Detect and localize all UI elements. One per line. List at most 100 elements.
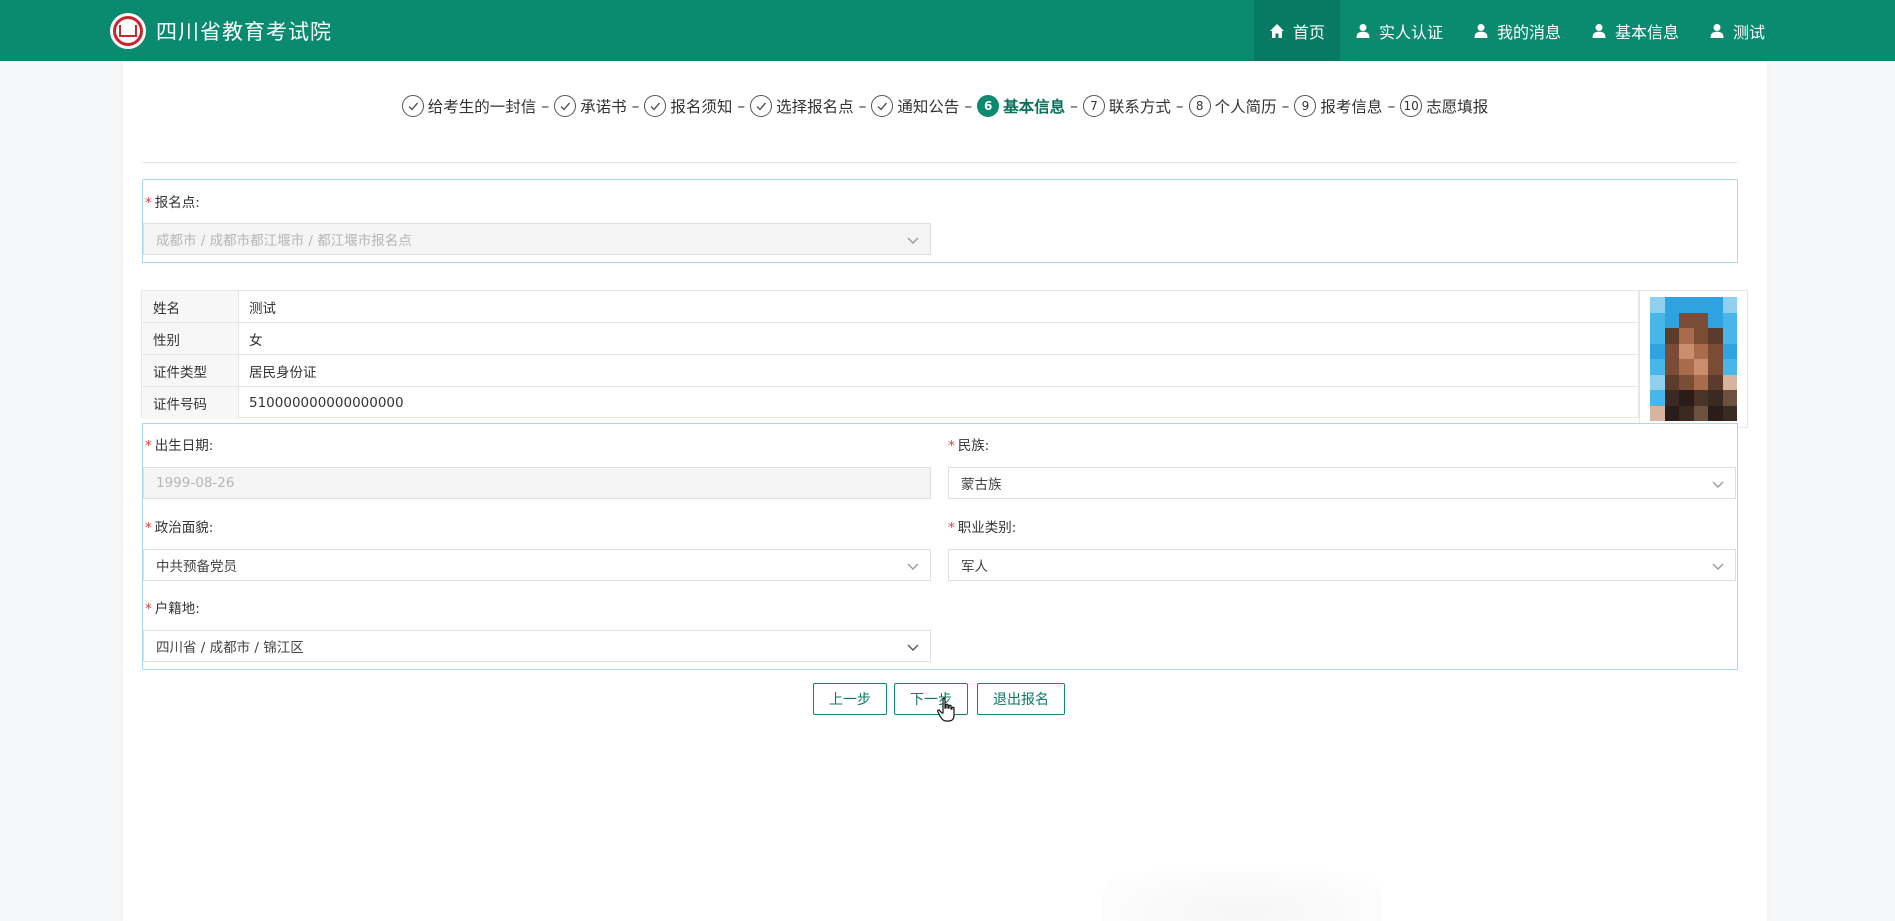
- nav-item-label: 实人认证: [1378, 22, 1443, 42]
- home-icon: [1269, 23, 1287, 39]
- nav-item-label: 测试: [1732, 22, 1765, 42]
- info-row: 性别女: [142, 323, 1638, 355]
- photo-pixel: [1650, 328, 1665, 344]
- political-status-label: * 政治面貌:: [145, 520, 214, 536]
- birth-date-label: * 出生日期:: [145, 438, 214, 454]
- main-nav: 首页 实人认证 我的消息 基本信息 测试: [1253, 0, 1780, 61]
- step-separator: –: [737, 97, 746, 115]
- faint-watermark: [1102, 871, 1382, 921]
- site-logo[interactable]: 四川省教育考试院: [110, 13, 332, 49]
- photo-pixel: [1722, 405, 1737, 421]
- check-circle-icon: [554, 95, 577, 117]
- nav-item-1[interactable]: 实人认证: [1340, 0, 1458, 61]
- step-7: 7 联系方式: [1082, 95, 1171, 117]
- info-key: 证件类型: [142, 355, 239, 386]
- candidate-photo-frame: [1639, 290, 1748, 428]
- photo-pixel: [1650, 374, 1665, 390]
- photo-pixel: [1679, 297, 1694, 313]
- photo-pixel: [1664, 312, 1679, 328]
- nav-item-label: 首页: [1292, 22, 1325, 42]
- nav-item-2[interactable]: 我的消息: [1458, 0, 1576, 61]
- info-value: 510000000000000000: [249, 395, 404, 411]
- required-mark: *: [145, 195, 152, 211]
- step-4: 选择报名点: [750, 95, 854, 117]
- main-card: 给考生的一封信 – 承诺书 – 报名须知 – 选择报名点 – 通知公告 –6 基本信息 –7 联系方式 –…: [123, 61, 1767, 921]
- occupation-select[interactable]: 军人: [948, 549, 1736, 581]
- photo-pixel: [1679, 405, 1694, 421]
- next-step-button[interactable]: 下一步: [894, 683, 968, 715]
- info-value: 居民身份证: [249, 364, 317, 381]
- step-10: 10 志愿填报: [1400, 95, 1488, 117]
- step-9: 9 报考信息: [1294, 95, 1382, 117]
- photo-pixel: [1664, 297, 1679, 313]
- info-value: 测试: [249, 300, 276, 317]
- chevron-down-icon: [1711, 559, 1725, 573]
- photo-pixel: [1650, 343, 1665, 359]
- ethnicity-value: 蒙古族: [961, 477, 1002, 493]
- step-number: 7: [1082, 95, 1105, 117]
- photo-pixel: [1664, 343, 1679, 359]
- top-header: 四川省教育考试院 首页 实人认证 我的消息 基本信息 测试: [0, 0, 1895, 61]
- photo-pixel: [1693, 405, 1708, 421]
- nav-item-4[interactable]: 测试: [1694, 0, 1780, 61]
- photo-pixel: [1650, 297, 1665, 313]
- steps-divider: [142, 162, 1738, 163]
- info-row: 姓名 测试: [142, 291, 1638, 323]
- chevron-down-icon: [906, 233, 920, 247]
- details-section: * 出生日期: 1999-08-26 * 民族: 蒙古族 * 政治面貌: 中共预备党员…: [142, 423, 1738, 670]
- exit-registration-button[interactable]: 退出报名: [977, 683, 1065, 715]
- step-label: 基本信息: [1003, 98, 1066, 116]
- step-separator: –: [1281, 97, 1290, 115]
- card-content: 给考生的一封信 – 承诺书 – 报名须知 – 选择报名点 – 通知公告 –6 基本信息 –7 联系方式 –…: [132, 71, 1758, 921]
- info-value: 女: [249, 332, 263, 349]
- info-key: 性别: [142, 323, 239, 354]
- chevron-down-icon: [906, 640, 920, 654]
- photo-pixel: [1693, 328, 1708, 344]
- photo-pixel: [1693, 374, 1708, 390]
- photo-pixel: [1664, 405, 1679, 421]
- prev-step-button[interactable]: 上一步: [813, 683, 887, 715]
- site-title: 四川省教育考试院: [156, 20, 332, 44]
- birth-date-field[interactable]: 1999-08-26: [143, 467, 931, 499]
- photo-pixel: [1722, 343, 1737, 359]
- check-circle-icon: [644, 95, 667, 117]
- photo-pixel: [1679, 374, 1694, 390]
- ethnicity-label: * 民族:: [948, 438, 990, 454]
- ethnicity-select[interactable]: 蒙古族: [948, 467, 1736, 499]
- nav-item-0[interactable]: 首页: [1253, 0, 1340, 61]
- basic-info-table: 姓名 测试 性别女证件类型 居民身份证 证件号码 510000000000000000: [141, 290, 1639, 419]
- registration-point-label: * 报名点:: [145, 195, 200, 211]
- step-label: 报考信息: [1320, 98, 1383, 116]
- occupation-value: 军人: [961, 559, 988, 575]
- progress-steps: 给考生的一封信 – 承诺书 – 报名须知 – 选择报名点 – 通知公告 –6 基本信息 –7 联系方式 –…: [132, 95, 1758, 117]
- emblem-icon: [110, 13, 146, 49]
- step-label: 给考生的一封信: [427, 98, 537, 116]
- step-label: 联系方式: [1108, 98, 1171, 116]
- photo-pixel: [1693, 359, 1708, 375]
- photo-pixel: [1679, 328, 1694, 344]
- step-3: 报名须知: [644, 95, 732, 117]
- step-label: 报名须知: [670, 98, 733, 116]
- photo-pixel: [1650, 390, 1665, 406]
- nav-item-label: 我的消息: [1496, 22, 1561, 42]
- hand-cursor-icon: [937, 697, 955, 723]
- photo-pixel: [1693, 343, 1708, 359]
- political-status-select[interactable]: 中共预备党员: [143, 549, 931, 581]
- photo-pixel: [1693, 312, 1708, 328]
- photo-pixel: [1708, 343, 1723, 359]
- step-number: 6: [977, 95, 1000, 117]
- step-separator: –: [631, 97, 640, 115]
- photo-pixel: [1708, 390, 1723, 406]
- occupation-label: * 职业类别:: [948, 520, 1017, 536]
- household-select[interactable]: 四川省 / 成都市 / 锦江区: [143, 630, 931, 662]
- chevron-down-icon: [1711, 477, 1725, 491]
- photo-pixel: [1708, 312, 1723, 328]
- photo-pixel: [1708, 374, 1723, 390]
- registration-point-select[interactable]: 成都市 / 成都市都江堰市 / 都江堰市报名点: [143, 223, 931, 255]
- user-icon: [1473, 23, 1491, 39]
- photo-pixel: [1679, 390, 1694, 406]
- check-circle-icon: [401, 95, 424, 117]
- chevron-down-icon: [906, 559, 920, 573]
- step-8: 8 个人简历: [1188, 95, 1277, 117]
- nav-item-3[interactable]: 基本信息: [1576, 0, 1694, 61]
